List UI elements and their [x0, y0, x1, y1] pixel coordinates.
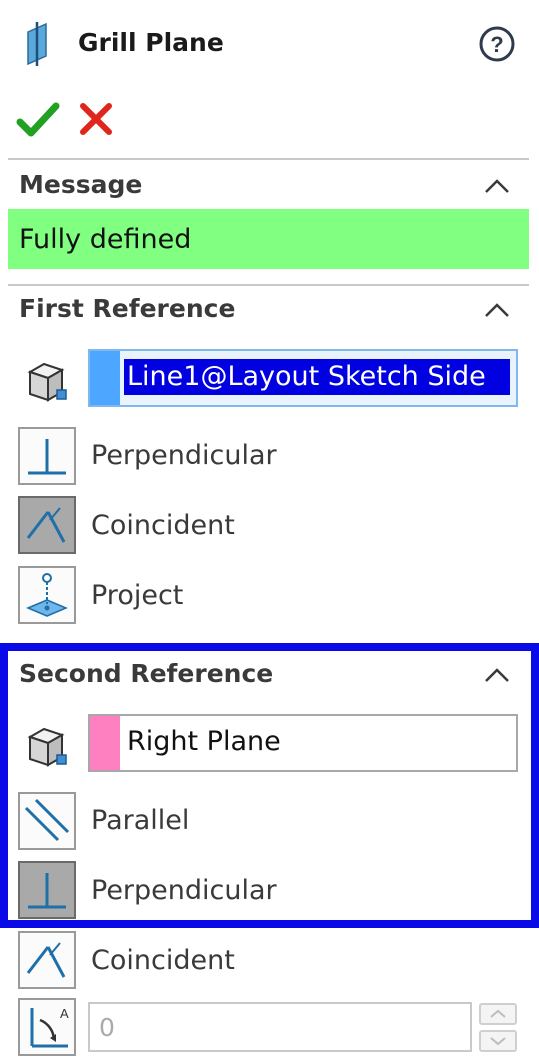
- project-icon: [26, 573, 68, 617]
- chevron-up-icon[interactable]: [482, 665, 512, 685]
- divider: [8, 158, 529, 160]
- second-reference-title: Second Reference: [19, 659, 274, 688]
- selection-color-stripe: [90, 716, 120, 770]
- chevron-up-icon[interactable]: [482, 300, 512, 320]
- svg-text:?: ?: [490, 32, 503, 57]
- close-icon[interactable]: [78, 100, 114, 138]
- coincident-button[interactable]: [18, 496, 76, 554]
- message-section-title: Message: [19, 170, 143, 199]
- divider: [8, 284, 529, 286]
- reference-entity-icon: [24, 723, 72, 771]
- spin-up-button[interactable]: [479, 1003, 517, 1025]
- page-title: Grill Plane: [78, 28, 224, 57]
- second-reference-selection[interactable]: Right Plane: [88, 714, 518, 772]
- perpendicular-button[interactable]: [18, 861, 76, 919]
- perpendicular-label: Perpendicular: [91, 440, 277, 471]
- first-reference-selection[interactable]: Line1@Layout Sketch Side: [88, 349, 518, 407]
- plane-icon: [24, 22, 54, 66]
- project-button[interactable]: [18, 566, 76, 624]
- parallel-icon: [24, 798, 70, 842]
- checkmark-icon[interactable]: [16, 100, 60, 140]
- project-label: Project: [91, 580, 184, 611]
- second-reference-value: Right Plane: [127, 726, 281, 757]
- coincident-icon: [26, 942, 66, 978]
- selection-color-stripe: [90, 351, 120, 405]
- chevron-up-icon[interactable]: [482, 176, 512, 196]
- first-reference-value: Line1@Layout Sketch Side: [124, 359, 510, 395]
- coincident-label: Coincident: [91, 945, 235, 976]
- angle-icon: A: [30, 1006, 69, 1048]
- perpendicular-button[interactable]: [18, 427, 76, 485]
- help-icon[interactable]: ?: [478, 25, 516, 63]
- angle-button[interactable]: A: [18, 998, 76, 1056]
- svg-text:A: A: [60, 1006, 69, 1021]
- angle-value: 0: [99, 1013, 115, 1042]
- message-text: Fully defined: [19, 224, 192, 255]
- angle-input[interactable]: 0: [88, 1002, 472, 1052]
- spin-down-button[interactable]: [479, 1030, 517, 1052]
- parallel-button[interactable]: [18, 792, 76, 850]
- first-reference-title: First Reference: [19, 294, 236, 323]
- coincident-label: Coincident: [91, 510, 235, 541]
- perpendicular-icon: [28, 439, 66, 475]
- perpendicular-label: Perpendicular: [91, 875, 277, 906]
- reference-entity-icon: [24, 358, 72, 406]
- parallel-label: Parallel: [91, 805, 190, 836]
- perpendicular-icon: [28, 873, 66, 909]
- coincident-icon: [26, 507, 66, 543]
- coincident-button[interactable]: [18, 931, 76, 989]
